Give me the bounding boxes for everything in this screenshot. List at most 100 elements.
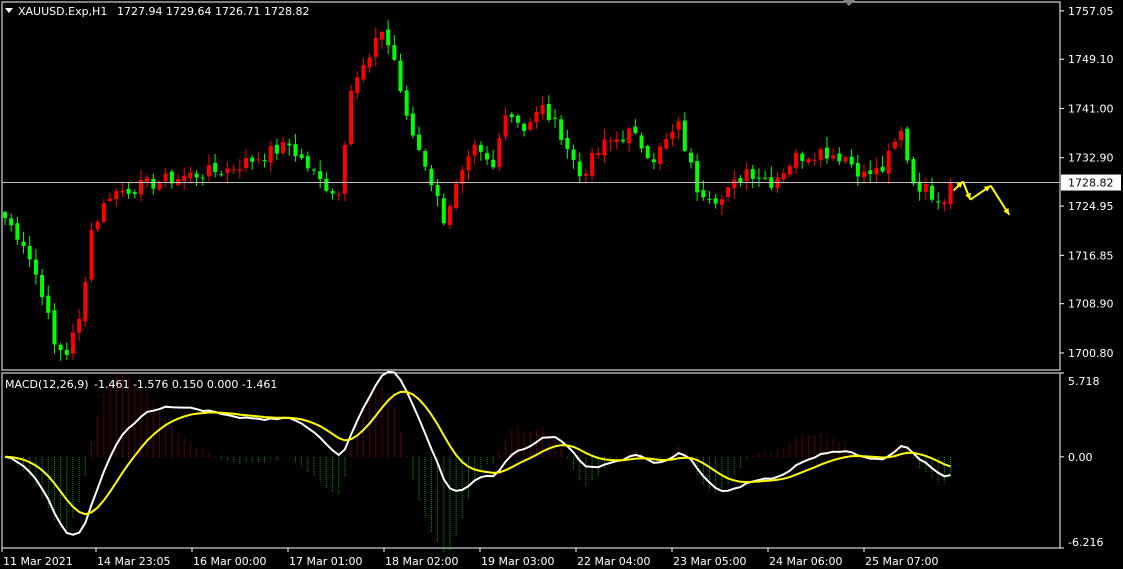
time-axis: 11 Mar 2021 14 Mar 23:05 16 Mar 00:00 17 Ma… bbox=[1, 548, 938, 568]
candle bbox=[244, 149, 249, 172]
candle bbox=[726, 186, 731, 202]
candle bbox=[583, 169, 588, 184]
candle bbox=[818, 147, 823, 167]
candle bbox=[732, 170, 737, 199]
time-tick-label: 22 Mar 04:00 bbox=[577, 555, 650, 568]
candle bbox=[515, 113, 520, 128]
candle bbox=[33, 248, 38, 285]
candle bbox=[219, 170, 224, 177]
candle bbox=[633, 119, 638, 135]
candle bbox=[95, 218, 100, 233]
candle bbox=[441, 193, 446, 226]
candle bbox=[77, 309, 82, 341]
macd-header: MACD(12,26,9) -1.461 -1.576 0.150 0.000 … bbox=[5, 378, 277, 391]
candle bbox=[849, 149, 854, 168]
candle bbox=[565, 130, 570, 159]
candle bbox=[651, 152, 656, 170]
candle bbox=[695, 154, 700, 202]
macd-tick-label: -6.216 bbox=[1068, 536, 1103, 549]
chart-header: XAUUSD.Exp,H1 1727.94 1729.64 1726.71 17… bbox=[5, 5, 309, 18]
projection-arrow bbox=[989, 185, 1011, 216]
candle bbox=[151, 173, 156, 195]
price-tick-label: 1741.00 bbox=[1068, 102, 1114, 115]
candle bbox=[794, 148, 799, 174]
candle bbox=[892, 137, 897, 151]
macd-tick-label: 5.718 bbox=[1068, 375, 1100, 388]
candle bbox=[522, 122, 527, 137]
candle bbox=[404, 85, 409, 120]
candle bbox=[373, 27, 378, 67]
candle bbox=[379, 30, 384, 49]
candle bbox=[200, 174, 205, 186]
candle bbox=[719, 194, 724, 216]
candle bbox=[256, 152, 261, 164]
candle bbox=[101, 198, 106, 224]
candle bbox=[138, 169, 143, 202]
candle bbox=[676, 117, 681, 140]
candle bbox=[602, 128, 607, 163]
candle bbox=[274, 138, 279, 160]
candle bbox=[169, 169, 174, 189]
candle bbox=[559, 115, 564, 145]
candle bbox=[621, 130, 625, 144]
candle bbox=[52, 302, 57, 354]
candle bbox=[182, 167, 187, 191]
macd-tick-label: 0.00 bbox=[1068, 451, 1093, 464]
candle bbox=[40, 268, 45, 306]
candle bbox=[528, 117, 533, 132]
candle bbox=[367, 53, 372, 73]
candle bbox=[645, 144, 650, 160]
candle bbox=[231, 164, 236, 175]
candle bbox=[874, 158, 879, 183]
candle bbox=[756, 168, 761, 188]
candle bbox=[454, 179, 459, 211]
time-tick-label: 25 Mar 07:00 bbox=[865, 555, 938, 568]
candle bbox=[312, 167, 316, 175]
candle bbox=[70, 323, 75, 360]
candle bbox=[349, 84, 354, 147]
candle bbox=[577, 152, 582, 184]
candle bbox=[460, 165, 465, 194]
time-tick-label: 14 Mar 23:05 bbox=[97, 555, 170, 568]
candle bbox=[336, 190, 341, 201]
candle bbox=[546, 95, 551, 122]
candle bbox=[237, 159, 242, 179]
candle bbox=[843, 155, 848, 164]
candlestick-series bbox=[3, 20, 953, 361]
candle bbox=[58, 342, 63, 361]
macd-values: -1.461 -1.576 0.150 0.000 -1.461 bbox=[94, 378, 277, 391]
candle bbox=[126, 181, 131, 199]
candle bbox=[930, 177, 934, 203]
candle bbox=[330, 188, 335, 200]
candle bbox=[831, 148, 836, 162]
candle bbox=[744, 162, 749, 191]
candle bbox=[911, 156, 916, 186]
candle bbox=[627, 127, 632, 152]
shift-marker-icon[interactable] bbox=[843, 0, 855, 6]
candle bbox=[707, 191, 712, 204]
collapse-triangle-icon[interactable] bbox=[5, 8, 13, 13]
candle bbox=[571, 144, 576, 169]
candle bbox=[299, 148, 304, 161]
candle bbox=[763, 170, 768, 181]
candle bbox=[503, 107, 508, 140]
candle bbox=[491, 150, 496, 170]
candle bbox=[188, 166, 193, 183]
candle bbox=[905, 126, 910, 164]
candle bbox=[713, 193, 718, 209]
projection-arrows bbox=[952, 180, 1011, 216]
candle bbox=[120, 182, 125, 197]
candle bbox=[868, 160, 873, 183]
candle bbox=[485, 145, 490, 165]
candle bbox=[176, 173, 181, 187]
candle bbox=[750, 164, 755, 188]
candle bbox=[355, 71, 360, 99]
candle bbox=[769, 166, 774, 191]
macd-axis: 5.718 0.00 -6.216 bbox=[1060, 372, 1103, 549]
candle bbox=[423, 148, 428, 172]
time-tick-label: 16 Mar 00:00 bbox=[193, 555, 266, 568]
candle bbox=[46, 285, 51, 320]
candle bbox=[670, 123, 675, 147]
candle bbox=[268, 141, 273, 172]
candle bbox=[534, 106, 539, 129]
